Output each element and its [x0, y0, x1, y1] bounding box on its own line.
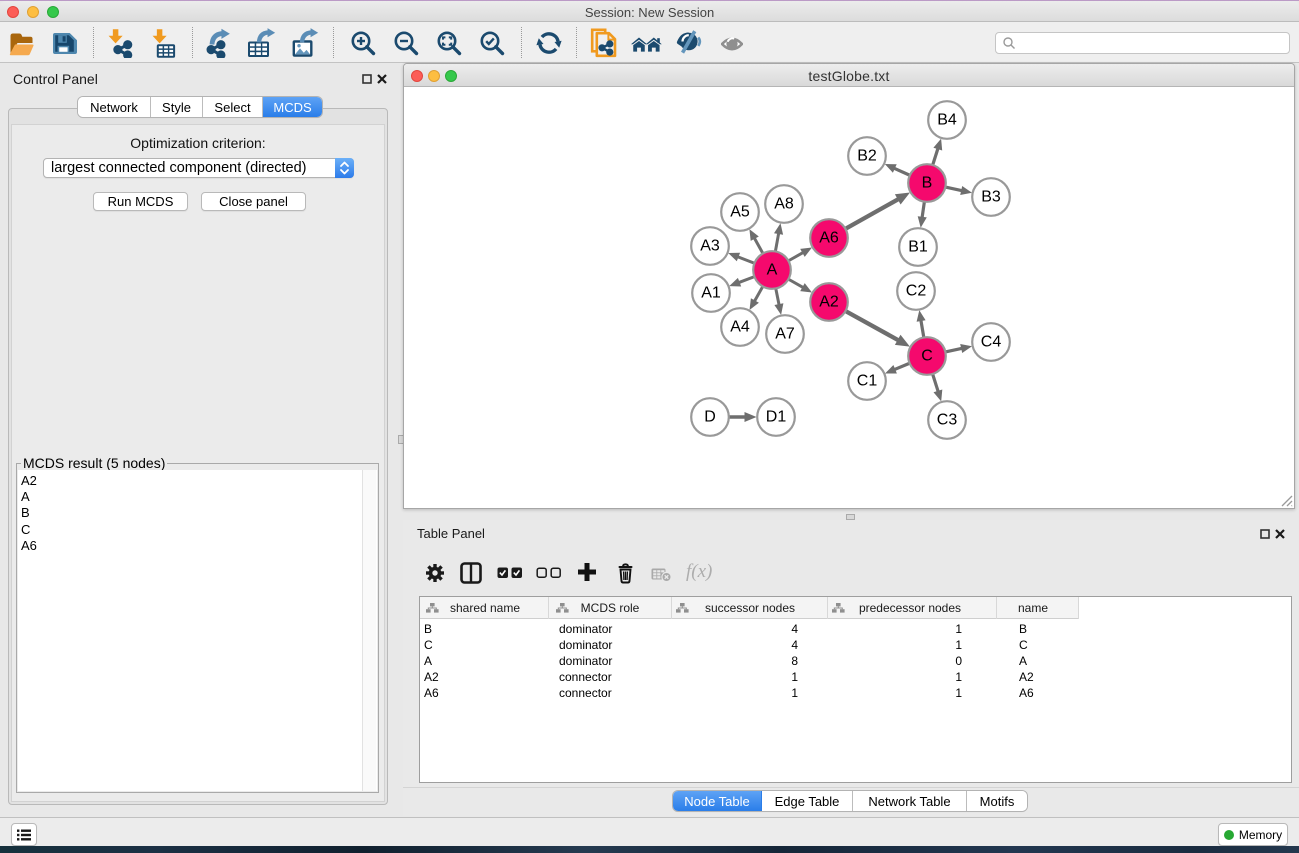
svg-text:B: B — [922, 175, 933, 192]
svg-text:B2: B2 — [857, 148, 877, 165]
svg-text:A8: A8 — [774, 196, 794, 213]
svg-text:C: C — [921, 348, 933, 365]
svg-text:C4: C4 — [981, 334, 1002, 351]
svg-text:D1: D1 — [766, 409, 787, 426]
svg-text:A2: A2 — [819, 294, 839, 311]
svg-text:A6: A6 — [819, 230, 839, 247]
svg-text:A1: A1 — [701, 285, 721, 302]
svg-text:A4: A4 — [730, 319, 750, 336]
svg-text:B4: B4 — [937, 112, 957, 129]
svg-text:B1: B1 — [908, 239, 928, 256]
svg-text:D: D — [704, 409, 716, 426]
svg-text:A7: A7 — [775, 326, 795, 343]
svg-text:C1: C1 — [857, 373, 878, 390]
svg-text:A: A — [767, 262, 778, 279]
svg-text:A5: A5 — [730, 204, 750, 221]
svg-text:C2: C2 — [906, 283, 927, 300]
svg-text:A3: A3 — [700, 238, 720, 255]
svg-text:B3: B3 — [981, 189, 1001, 206]
svg-text:C3: C3 — [937, 412, 958, 429]
